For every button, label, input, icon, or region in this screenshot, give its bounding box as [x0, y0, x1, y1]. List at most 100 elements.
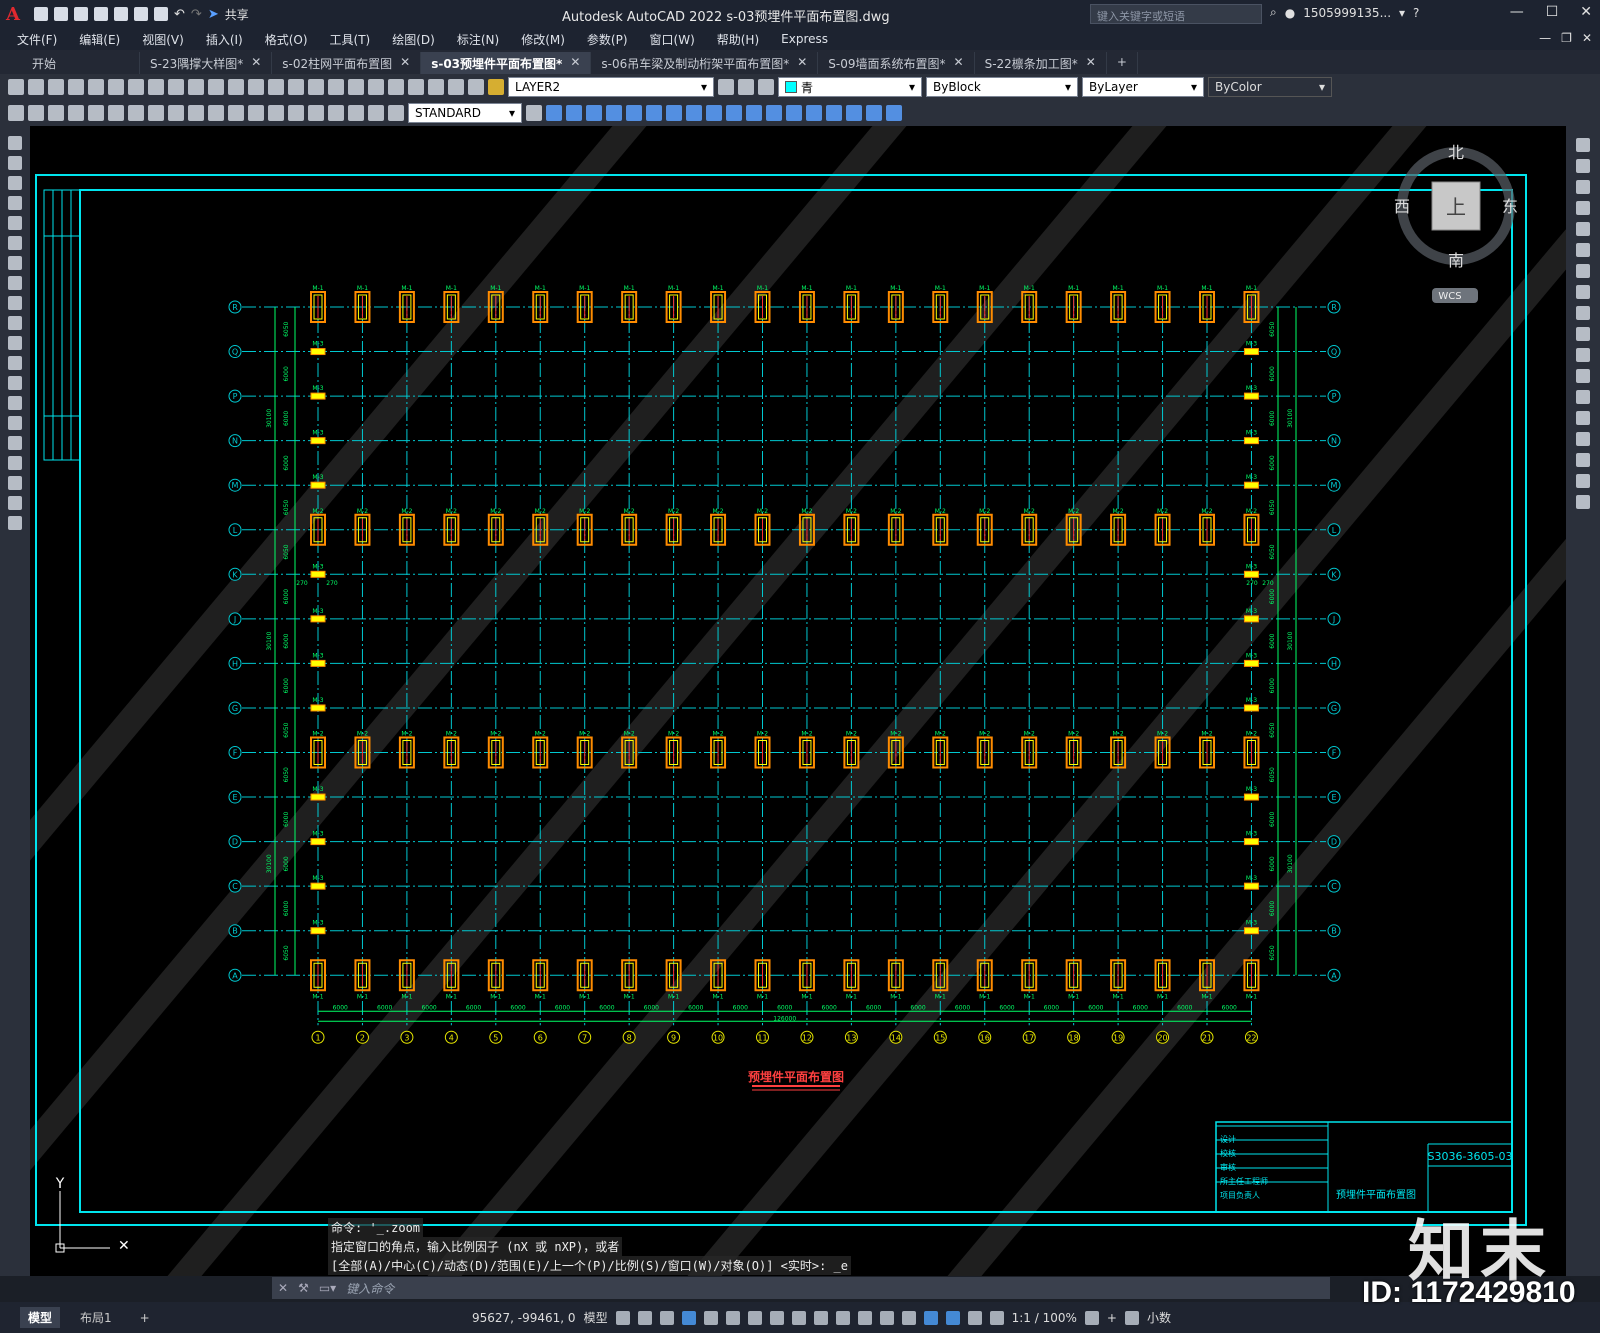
- snap-icon[interactable]: [637, 1310, 652, 1325]
- subtract-icon[interactable]: [786, 105, 802, 121]
- selection-cycling-icon[interactable]: [835, 1310, 850, 1325]
- flatshot-icon[interactable]: [886, 105, 902, 121]
- dim-angular-icon[interactable]: [148, 105, 164, 121]
- menu-item-9[interactable]: 参数(P): [576, 31, 639, 48]
- zoom-window-icon[interactable]: [288, 79, 304, 95]
- section-plane-icon[interactable]: [866, 105, 882, 121]
- fillet-icon[interactable]: [1576, 453, 1590, 467]
- extrude-icon[interactable]: [686, 105, 702, 121]
- menu-item-8[interactable]: 修改(M): [510, 31, 576, 48]
- sweep-icon[interactable]: [726, 105, 742, 121]
- redo-tb-icon[interactable]: [228, 79, 244, 95]
- dim-jogged-icon[interactable]: [108, 105, 124, 121]
- menu-item-12[interactable]: Express: [770, 32, 839, 46]
- layer-match-icon[interactable]: [758, 79, 774, 95]
- plot-icon[interactable]: [68, 79, 84, 95]
- recent-commands-icon[interactable]: ▭▾: [319, 1281, 336, 1295]
- revcloud-icon[interactable]: [8, 276, 22, 290]
- hatch-icon[interactable]: [8, 416, 22, 430]
- viewcube-north[interactable]: 北: [1448, 143, 1464, 162]
- close-tab-icon[interactable]: ✕: [251, 55, 261, 74]
- union-icon[interactable]: [766, 105, 782, 121]
- 3d-osnap-icon[interactable]: [857, 1310, 872, 1325]
- print-icon[interactable]: [154, 7, 168, 21]
- help-tb-icon[interactable]: [448, 79, 464, 95]
- sheet-set-icon[interactable]: [388, 79, 404, 95]
- coordinates-readout[interactable]: 95627, -99461, 0: [472, 1311, 576, 1325]
- dim-ordinate-icon[interactable]: [68, 105, 84, 121]
- inspection-icon[interactable]: [308, 105, 324, 121]
- dim-edit-icon[interactable]: [348, 105, 364, 121]
- export-icon[interactable]: [134, 7, 148, 21]
- preview-icon[interactable]: [88, 79, 104, 95]
- explode-icon[interactable]: [1576, 495, 1590, 509]
- move-icon[interactable]: [1576, 243, 1590, 257]
- center-mark-icon[interactable]: [288, 105, 304, 121]
- add-icon[interactable]: +: [1107, 1311, 1117, 1325]
- rectangle-icon[interactable]: [8, 216, 22, 230]
- menu-item-4[interactable]: 格式(O): [254, 31, 319, 48]
- layer-previous-icon[interactable]: [718, 79, 734, 95]
- join-icon[interactable]: [1576, 411, 1590, 425]
- menu-item-3[interactable]: 插入(I): [195, 31, 254, 48]
- viewcube-south[interactable]: 南: [1448, 251, 1464, 270]
- extend-icon[interactable]: [1576, 348, 1590, 362]
- file-tab-0[interactable]: 开始: [22, 52, 140, 74]
- menu-item-2[interactable]: 视图(V): [131, 31, 195, 48]
- close-tab-icon[interactable]: ✕: [1086, 55, 1096, 74]
- share-icon[interactable]: ➤: [208, 7, 219, 22]
- selection-filter-icon[interactable]: [901, 1310, 916, 1325]
- ellipse-arc-icon[interactable]: [8, 336, 22, 350]
- polygon-icon[interactable]: [8, 196, 22, 210]
- properties-icon[interactable]: [328, 79, 344, 95]
- mirror-icon[interactable]: [1576, 180, 1590, 194]
- circle-icon[interactable]: [8, 256, 22, 270]
- saveas-icon[interactable]: [94, 7, 108, 21]
- tool-palettes-icon[interactable]: [368, 79, 384, 95]
- model-space-toggle[interactable]: 模型: [584, 1309, 608, 1326]
- help-search-input[interactable]: 键入关键字或短语: [1090, 4, 1262, 24]
- redo-icon[interactable]: ↷: [191, 7, 202, 22]
- qnew-icon[interactable]: [8, 79, 24, 95]
- arc-icon[interactable]: [8, 236, 22, 250]
- user-name[interactable]: 1505999135...: [1303, 6, 1391, 20]
- line-icon[interactable]: [8, 136, 22, 150]
- layer-on-icon[interactable]: [488, 79, 504, 95]
- open-icon[interactable]: [54, 7, 68, 21]
- save-icon[interactable]: [48, 79, 64, 95]
- text-style-dropdown[interactable]: STANDARD ▾: [408, 103, 522, 123]
- open-icon[interactable]: [28, 79, 44, 95]
- viewcube[interactable]: 上 北 南 西 东 WCS: [1394, 143, 1518, 303]
- plotstyle-dropdown[interactable]: ByColor ▾: [1208, 77, 1332, 97]
- erase-icon[interactable]: [1576, 138, 1590, 152]
- minimize-icon[interactable]: —: [1510, 4, 1524, 20]
- osnap-icon[interactable]: [769, 1310, 784, 1325]
- break-icon[interactable]: [1576, 390, 1590, 404]
- drawing-canvas[interactable]: 6050 6050 6000 6000 6000 6000 6000 6000 6050 6050…: [30, 126, 1566, 1276]
- menu-item-6[interactable]: 绘图(D): [381, 31, 446, 48]
- close-tab-icon[interactable]: ✕: [400, 55, 410, 74]
- array-icon[interactable]: [1576, 222, 1590, 236]
- polyline-icon[interactable]: [8, 176, 22, 190]
- viewcube-west[interactable]: 西: [1394, 197, 1410, 216]
- dim-aligned-icon[interactable]: [28, 105, 44, 121]
- design-center-icon[interactable]: [348, 79, 364, 95]
- layer-manager-icon[interactable]: [468, 79, 484, 95]
- file-tab-3[interactable]: s-03预埋件平面布置图* ✕: [421, 52, 592, 74]
- thicken-icon[interactable]: [846, 105, 862, 121]
- gizmo-icon[interactable]: [923, 1310, 938, 1325]
- menu-item-11[interactable]: 帮助(H): [706, 31, 770, 48]
- doc-close-icon[interactable]: ✕: [1582, 31, 1592, 45]
- command-input[interactable]: 键入命令: [346, 1280, 394, 1297]
- add-selected-icon[interactable]: [8, 516, 22, 530]
- viewcube-east[interactable]: 东: [1502, 197, 1518, 216]
- infer-icon[interactable]: [659, 1310, 674, 1325]
- wcs-label[interactable]: WCS: [1438, 291, 1461, 302]
- dim-break-icon[interactable]: [248, 105, 264, 121]
- customize-icon[interactable]: ⚒: [298, 1281, 309, 1295]
- blend-icon[interactable]: [1576, 474, 1590, 488]
- color-dropdown[interactable]: 青 ▾: [778, 77, 922, 97]
- save-icon[interactable]: [74, 7, 88, 21]
- close-command-icon[interactable]: ✕: [278, 1281, 288, 1295]
- spline-icon[interactable]: [8, 296, 22, 310]
